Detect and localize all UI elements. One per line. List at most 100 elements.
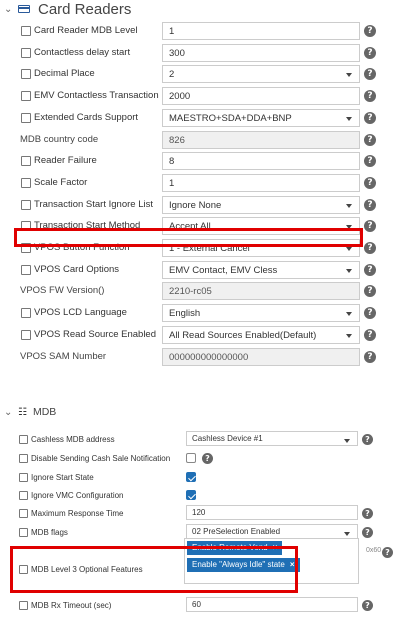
checkbox-vpos-read-source-enabled[interactable] <box>21 329 31 340</box>
select-vpos-lcd-language[interactable]: English <box>162 304 360 323</box>
select-extended-cards-support[interactable]: MAESTRO+SDA+DDA+BNP <box>162 108 360 127</box>
setting-row-vpos-card-options: VPOS Card Options EMV Contact, EMV Cless? <box>0 260 400 280</box>
select-vpos-button-function[interactable]: 1 - External Cancel <box>162 239 360 257</box>
input-card-reader-mdb-level[interactable]: 1 <box>162 22 360 40</box>
remove-tag-icon[interactable]: × <box>290 560 295 569</box>
help-circle-icon[interactable]: ? <box>364 263 376 276</box>
remove-tag-icon[interactable]: × <box>273 543 278 552</box>
chevron-down-icon[interactable]: ⌄ <box>4 407 12 418</box>
label-vpos-button-function: VPOS Button Function <box>34 242 130 253</box>
help-circle-icon[interactable]: ? <box>364 176 376 189</box>
input-vpos-fw-version: 2210-rc05 <box>162 282 360 301</box>
checkbox-decimal-place[interactable] <box>21 69 31 80</box>
help-circle-icon[interactable]: ? <box>364 90 376 103</box>
help-circle-icon[interactable]: ? <box>202 453 213 464</box>
checkbox-extended-cards-support[interactable] <box>21 112 31 123</box>
setting-row-extended-cards-support: Extended Cards Support MAESTRO+SDA+DDA+BN… <box>0 108 400 128</box>
input-reader-failure[interactable]: 8 <box>162 152 360 171</box>
tag-chip[interactable]: Enable Remote Vend × <box>187 541 283 555</box>
label-mdb-flags: MDB flags <box>31 528 68 537</box>
label-vpos-sam-number: VPOS SAM Number <box>20 350 107 362</box>
label-cashless-mdb-address: Cashless MDB address <box>31 435 115 444</box>
checkbox-cashless-mdb-address[interactable] <box>19 435 28 444</box>
mdb-row-disable-sending-cash-sale-notification: Disable Sending Cash Sale Notification? <box>0 450 400 466</box>
mdb-row-ignore-vmc-configuration: Ignore VMC Configuration <box>0 487 400 503</box>
help-circle-icon[interactable]: ? <box>364 46 376 59</box>
checkbox-contactless-delay-start[interactable] <box>21 47 31 58</box>
checkbox-vpos-lcd-language[interactable] <box>21 308 31 319</box>
select-transaction-start-ignore-list[interactable]: Ignore None <box>162 195 360 214</box>
select-mdb-flags[interactable]: 02 PreSelection Enabled <box>186 524 358 539</box>
checkbox-maximum-response-time[interactable] <box>19 509 28 518</box>
setting-row-transaction-start-ignore-list: Transaction Start Ignore List Ignore None… <box>0 195 400 215</box>
card-reader-icon <box>18 3 32 15</box>
input-emv-contactless-transaction-limit[interactable]: 2000 <box>162 87 360 106</box>
help-circle-icon[interactable]: ? <box>382 547 393 558</box>
checkbox-mdb-rx-timeout-sec[interactable] <box>19 601 28 610</box>
section-title-mdb: MDB <box>32 406 57 418</box>
help-circle-icon[interactable]: ? <box>362 508 373 519</box>
checkbox-scale-factor[interactable] <box>21 177 31 188</box>
select-vpos-read-source-enabled[interactable]: All Read Sources Enabled(Default) <box>162 325 360 344</box>
select-decimal-place[interactable]: 2 <box>162 65 360 84</box>
select-transaction-start-method[interactable]: Accept All <box>162 217 360 236</box>
select-cashless-mdb-address[interactable]: Cashless Device #1 <box>186 431 358 446</box>
tag-chip[interactable]: Enable "Always Idle" state × <box>187 558 300 572</box>
help-circle-icon[interactable]: ? <box>364 220 376 233</box>
checkbox-mdb-flags[interactable] <box>19 528 28 537</box>
help-circle-icon[interactable]: ? <box>364 25 376 37</box>
mdb-network-icon: ☷ <box>18 406 27 418</box>
tag-label: Enable Remote Vend <box>192 543 268 552</box>
checkbox-transaction-start-method[interactable] <box>21 221 31 232</box>
mdb-row-cashless-mdb-address: Cashless MDB address Cashless Device #1? <box>0 431 400 447</box>
checkbox-card-reader-mdb-level[interactable] <box>21 26 31 36</box>
help-circle-icon[interactable]: ? <box>364 111 376 124</box>
setting-row-scale-factor: Scale Factor 1? <box>0 173 400 193</box>
help-circle-icon[interactable]: ? <box>362 434 373 445</box>
checkbox-emv-contactless-transaction-limit[interactable] <box>21 91 31 102</box>
card-readers-header[interactable]: ⌄ Card Readers <box>4 0 131 18</box>
toggle-disable-sending-cash-sale-notification[interactable] <box>186 453 196 463</box>
input-scale-factor[interactable]: 1 <box>162 173 360 192</box>
input-contactless-delay-start[interactable]: 300 <box>162 43 360 62</box>
checkbox-vpos-button-function[interactable] <box>21 243 31 253</box>
checkbox-vpos-card-options[interactable] <box>21 264 31 275</box>
setting-row-card-reader-mdb-level: Card Reader MDB Level 1? <box>0 21 400 41</box>
help-circle-icon[interactable]: ? <box>364 350 376 363</box>
help-circle-icon[interactable]: ? <box>364 307 376 320</box>
setting-row-reader-failure: Reader Failure 8? <box>0 151 400 171</box>
checkbox-ignore-vmc-configuration[interactable] <box>19 491 28 500</box>
checkbox-reader-failure[interactable] <box>21 156 31 167</box>
checkbox-mdb-level-3-optional-features[interactable] <box>19 565 28 574</box>
toggle-ignore-start-state[interactable] <box>186 472 196 482</box>
label-transaction-start-ignore-list: Transaction Start Ignore List <box>34 198 153 210</box>
tags-input-mdb-level-3-optional-features[interactable]: Enable Remote Vend × Enable "Always Idle" … <box>184 538 359 584</box>
help-circle-icon[interactable]: ? <box>362 600 373 611</box>
input-maximum-response-time[interactable]: 120 <box>186 505 358 520</box>
help-circle-icon[interactable]: ? <box>364 328 376 341</box>
help-circle-icon[interactable]: ? <box>364 155 376 168</box>
select-vpos-card-options[interactable]: EMV Contact, EMV Cless <box>162 260 360 279</box>
help-circle-icon[interactable]: ? <box>364 68 376 81</box>
help-circle-icon[interactable]: ? <box>364 133 376 146</box>
label-vpos-card-options: VPOS Card Options <box>34 263 120 275</box>
chevron-down-icon[interactable]: ⌄ <box>4 4 12 15</box>
section-title-card-readers: Card Readers <box>38 0 132 18</box>
label-ignore-start-state: Ignore Start State <box>31 473 94 482</box>
toggle-ignore-vmc-configuration[interactable] <box>186 490 196 500</box>
mdb-header[interactable]: ⌄ ☷ MDB <box>4 405 56 419</box>
setting-row-decimal-place: Decimal Place 2? <box>0 64 400 84</box>
checkbox-ignore-start-state[interactable] <box>19 473 28 482</box>
help-circle-icon[interactable]: ? <box>364 285 376 298</box>
help-circle-icon[interactable]: ? <box>362 527 373 538</box>
help-circle-icon[interactable]: ? <box>364 198 376 211</box>
label-emv-contactless-transaction-limit: EMV Contactless Transaction Limit <box>34 90 182 102</box>
checkbox-disable-sending-cash-sale-notification[interactable] <box>19 454 28 463</box>
help-circle-icon[interactable]: ? <box>364 242 376 254</box>
label-disable-sending-cash-sale-notification: Disable Sending Cash Sale Notification <box>31 454 171 463</box>
setting-row-vpos-read-source-enabled: VPOS Read Source Enabled All Read Sources… <box>0 325 400 345</box>
input-vpos-sam-number: 000000000000000 <box>162 347 360 366</box>
checkbox-transaction-start-ignore-list[interactable] <box>21 199 31 210</box>
input-mdb-rx-timeout-sec[interactable]: 60 <box>186 597 358 612</box>
setting-row-transaction-start-method: Transaction Start Method Accept All? <box>0 216 400 236</box>
